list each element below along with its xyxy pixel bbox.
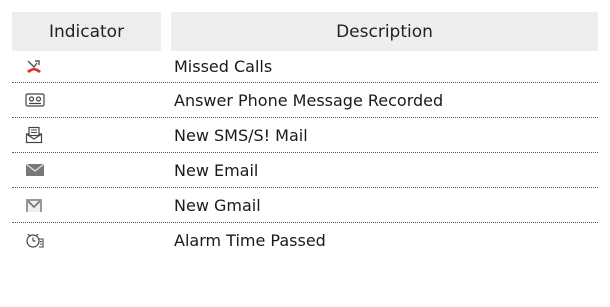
gmail-icon bbox=[25, 198, 43, 213]
email-icon bbox=[25, 163, 45, 177]
header-description: Description bbox=[336, 21, 433, 42]
header-indicator: Indicator bbox=[48, 21, 125, 42]
row-description: New Email bbox=[174, 160, 259, 180]
table-row: New Gmail bbox=[12, 188, 598, 223]
table-header: Indicator Description bbox=[12, 12, 598, 51]
sms-mail-icon bbox=[25, 126, 43, 144]
alarm-passed-icon bbox=[25, 231, 45, 249]
header-separator bbox=[161, 12, 171, 51]
table-row: Missed Calls bbox=[12, 51, 598, 83]
indicator-table: Indicator Description Missed Calls Answe… bbox=[12, 12, 598, 257]
table-row: New SMS/S! Mail bbox=[12, 118, 598, 153]
row-description: Missed Calls bbox=[174, 57, 273, 76]
row-description: Alarm Time Passed bbox=[174, 230, 326, 250]
row-description: New Gmail bbox=[174, 195, 261, 215]
row-description: Answer Phone Message Recorded bbox=[174, 90, 444, 110]
table-row: Alarm Time Passed bbox=[12, 223, 598, 257]
table-row: New Email bbox=[12, 153, 598, 188]
table-row: Answer Phone Message Recorded bbox=[12, 83, 598, 118]
voicemail-icon bbox=[25, 93, 45, 107]
missed-call-icon bbox=[25, 59, 43, 75]
row-description: New SMS/S! Mail bbox=[174, 125, 308, 145]
